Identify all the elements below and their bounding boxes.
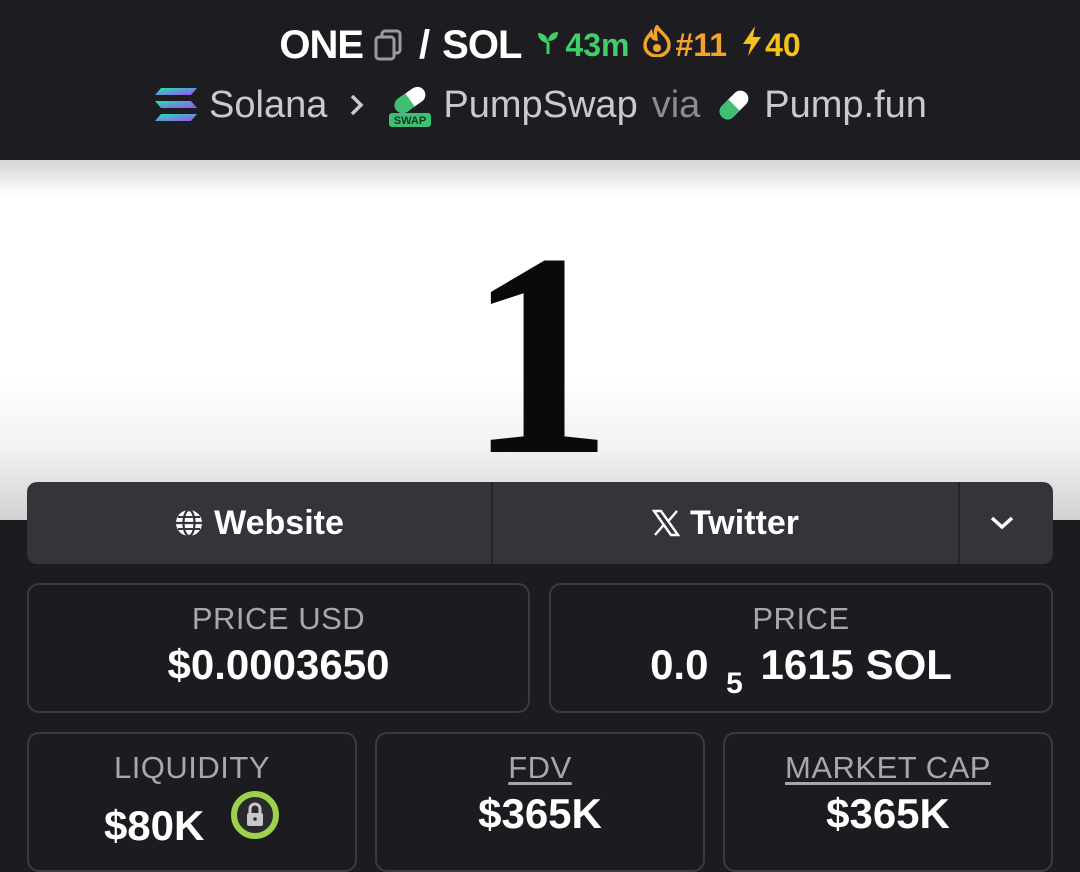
age-value: 43m — [565, 26, 630, 63]
token-banner-image: 1 — [0, 160, 1080, 520]
globe-icon — [174, 508, 214, 538]
trending-rank[interactable]: #11 — [643, 23, 728, 65]
base-symbol: ONE — [279, 22, 364, 67]
price-usd-value: $0.0003650 — [167, 641, 390, 688]
pill-icon — [714, 85, 754, 125]
market-cap-card: MARKET CAP $365K — [723, 732, 1053, 872]
launchpad-link[interactable]: Pump.fun — [714, 84, 927, 127]
x-logo-icon — [652, 509, 690, 537]
price-usd-label: PRICE USD — [191, 601, 366, 636]
pair-header: ONE / SOL 43m #11 40 Solana SWAP PumpSwa… — [0, 0, 1080, 160]
website-label: Website — [214, 503, 344, 542]
price-label: PRICE — [752, 601, 850, 636]
lightning-icon — [741, 25, 765, 65]
market-cap-value: $365K — [826, 790, 950, 837]
price-native-card: PRICE 0.0 5 1615 SOL — [549, 583, 1053, 713]
price-native-value: 0.0 5 1615 SOL — [551, 641, 1051, 700]
pair-age: 43m — [535, 27, 629, 64]
twitter-button[interactable]: Twitter — [493, 482, 960, 564]
copy-icon[interactable] — [373, 29, 403, 61]
twitter-label: Twitter — [690, 503, 799, 542]
liquidity-value: $80K — [103, 802, 205, 849]
fdv-value: $365K — [478, 790, 602, 837]
boost-value: 40 — [765, 26, 801, 63]
chevron-down-icon — [989, 515, 1025, 531]
fdv-label[interactable]: FDV — [377, 750, 703, 786]
chain-name: Solana — [209, 83, 328, 126]
social-links-bar: Website Twitter — [27, 482, 1053, 564]
via-label: via — [651, 83, 701, 126]
flame-icon — [643, 23, 675, 65]
dex-link[interactable]: SWAP PumpSwap — [387, 82, 638, 128]
website-button[interactable]: Website — [27, 482, 493, 564]
dex-name: PumpSwap — [443, 83, 638, 126]
liquidity-value-row: $80K — [29, 790, 355, 850]
quote-symbol: SOL — [442, 22, 522, 67]
rank-value: #11 — [675, 26, 728, 63]
fdv-card: FDV $365K — [375, 732, 705, 872]
chain-breadcrumb: Solana SWAP PumpSwap via Pump.fun — [0, 78, 1080, 132]
price-prefix: 0.0 — [650, 641, 709, 688]
liquidity-card: LIQUIDITY $80K — [27, 732, 357, 872]
chain-link[interactable]: Solana — [153, 84, 327, 127]
price-digits: 1615 SOL — [760, 641, 952, 688]
solana-logo-icon — [153, 86, 199, 124]
liquidity-label: LIQUIDITY — [113, 750, 271, 785]
more-links-button[interactable] — [960, 482, 1053, 564]
lock-icon[interactable] — [230, 790, 280, 840]
chevron-right-icon — [349, 93, 365, 117]
seedling-icon — [535, 27, 565, 64]
pair-slash: / — [419, 22, 431, 67]
price-usd-card: PRICE USD $0.0003650 — [27, 583, 530, 713]
launchpad-name: Pump.fun — [764, 83, 927, 126]
banner-text: 1 — [467, 194, 613, 515]
price-zero-count: 5 — [726, 667, 743, 700]
pair-title-row: ONE / SOL 43m #11 40 — [0, 20, 1080, 70]
dex-badge-text: SWAP — [394, 115, 426, 127]
pumpswap-logo-icon: SWAP — [387, 82, 433, 128]
market-cap-label[interactable]: MARKET CAP — [725, 750, 1051, 786]
boost-count[interactable]: 40 — [741, 25, 801, 65]
